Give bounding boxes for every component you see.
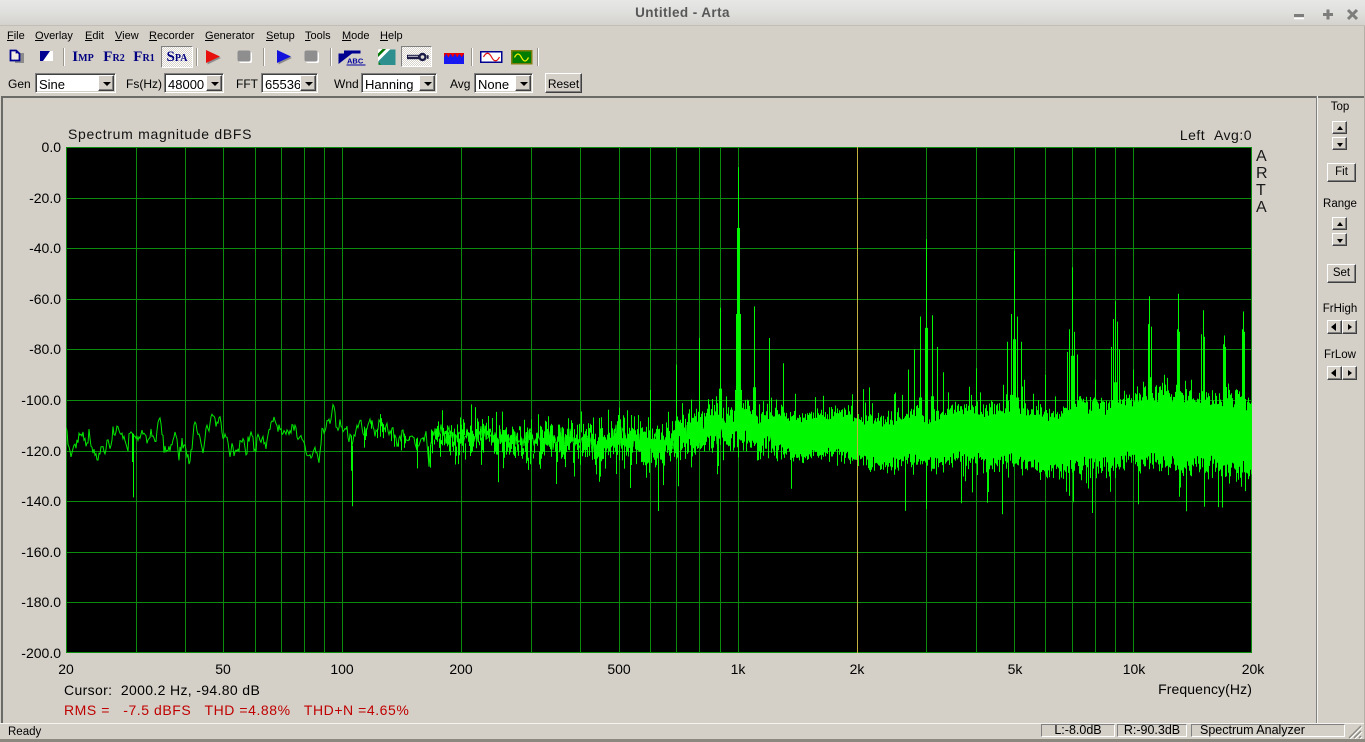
- svg-text:ABC: ABC: [347, 57, 364, 66]
